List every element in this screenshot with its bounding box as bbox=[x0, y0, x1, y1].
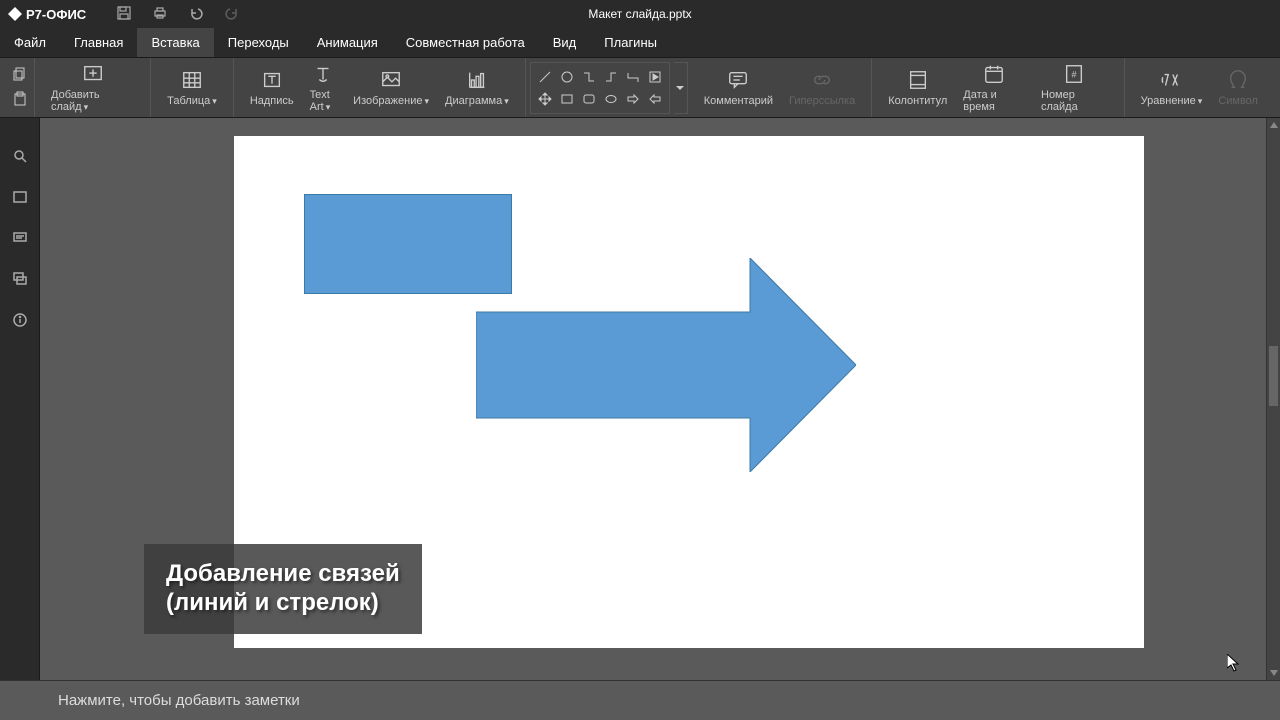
paste-icon[interactable] bbox=[12, 91, 28, 110]
scroll-track[interactable] bbox=[1267, 132, 1280, 666]
document-title: Макет слайда.pptx bbox=[588, 7, 691, 21]
slide-number-button[interactable]: # Номер слайда bbox=[1033, 58, 1116, 117]
scroll-down-icon[interactable] bbox=[1267, 666, 1280, 680]
logo-icon bbox=[8, 7, 22, 21]
notes-bar[interactable]: Нажмите, чтобы добавить заметки bbox=[0, 680, 1280, 720]
overlay-line2: (линий и стрелок) bbox=[166, 589, 400, 618]
scroll-up-icon[interactable] bbox=[1267, 118, 1280, 132]
symbol-button: Символ bbox=[1210, 58, 1266, 117]
menu-insert[interactable]: Вставка bbox=[137, 28, 213, 57]
add-slide-button[interactable]: Добавить слайд▾ bbox=[43, 58, 142, 117]
print-icon[interactable] bbox=[152, 5, 168, 24]
shape-line-icon[interactable] bbox=[535, 67, 555, 87]
shape-gallery bbox=[530, 62, 670, 114]
menu-view[interactable]: Вид bbox=[539, 28, 591, 57]
ribbon-clipboard bbox=[6, 58, 35, 117]
slides-panel-icon[interactable] bbox=[12, 189, 28, 208]
redo-icon[interactable] bbox=[224, 5, 240, 24]
comments-panel-icon[interactable] bbox=[12, 230, 28, 249]
notes-placeholder: Нажмите, чтобы добавить заметки bbox=[58, 692, 300, 709]
shape-connector2-icon[interactable] bbox=[601, 67, 621, 87]
copy-icon[interactable] bbox=[12, 66, 28, 85]
left-panel bbox=[0, 118, 40, 680]
search-icon[interactable] bbox=[12, 148, 28, 167]
menu-bar: Файл Главная Вставка Переходы Анимация С… bbox=[0, 28, 1280, 58]
header-footer-button[interactable]: Колонтитул bbox=[880, 58, 955, 117]
overlay-tooltip: Добавление связей (линий и стрелок) bbox=[144, 544, 422, 634]
table-button[interactable]: Таблица▾ bbox=[159, 58, 225, 117]
overlay-line1: Добавление связей bbox=[166, 560, 400, 589]
workspace: Добавление связей (линий и стрелок) bbox=[0, 118, 1280, 680]
menu-transitions[interactable]: Переходы bbox=[214, 28, 303, 57]
undo-icon[interactable] bbox=[188, 5, 204, 24]
shape-arrow-right-icon[interactable] bbox=[623, 89, 643, 109]
svg-text:#: # bbox=[1072, 69, 1078, 79]
menu-home[interactable]: Главная bbox=[60, 28, 137, 57]
shape-ellipse-icon[interactable] bbox=[601, 89, 621, 109]
equation-button[interactable]: Уравнение▾ bbox=[1133, 58, 1211, 117]
shape-move-icon[interactable] bbox=[535, 89, 555, 109]
title-bar: Р7-ОФИС Макет слайда.pptx bbox=[0, 0, 1280, 28]
shape-connector1-icon[interactable] bbox=[579, 67, 599, 87]
chat-panel-icon[interactable] bbox=[12, 271, 28, 290]
menu-plugins[interactable]: Плагины bbox=[590, 28, 671, 57]
shape-play-icon[interactable] bbox=[645, 67, 665, 87]
shape-rect-icon[interactable] bbox=[557, 89, 577, 109]
shape-roundrect-icon[interactable] bbox=[579, 89, 599, 109]
shape-connector3-icon[interactable] bbox=[623, 67, 643, 87]
arrow-shape[interactable] bbox=[476, 258, 856, 472]
canvas-area[interactable]: Добавление связей (линий и стрелок) bbox=[40, 118, 1266, 680]
ribbon: Добавить слайд▾ Таблица▾ Надпись Text Ar… bbox=[0, 58, 1280, 118]
chart-button[interactable]: Диаграмма▾ bbox=[437, 58, 517, 117]
textbox-button[interactable]: Надпись bbox=[242, 58, 302, 117]
date-time-button[interactable]: Дата и время bbox=[955, 58, 1033, 117]
comment-button[interactable]: Комментарий bbox=[696, 58, 781, 117]
textart-button[interactable]: Text Art▾ bbox=[302, 58, 346, 117]
shape-gallery-dropdown[interactable] bbox=[674, 62, 688, 114]
image-button[interactable]: Изображение▾ bbox=[345, 58, 437, 117]
hyperlink-button: Гиперссылка bbox=[781, 58, 863, 117]
shape-circle-icon[interactable] bbox=[557, 67, 577, 87]
menu-animation[interactable]: Анимация bbox=[303, 28, 392, 57]
vertical-scrollbar[interactable] bbox=[1266, 118, 1280, 680]
app-logo: Р7-ОФИС bbox=[8, 7, 86, 22]
info-panel-icon[interactable] bbox=[12, 312, 28, 331]
shape-arrow-left-icon[interactable] bbox=[645, 89, 665, 109]
app-name: Р7-ОФИС bbox=[26, 7, 86, 22]
scroll-thumb[interactable] bbox=[1269, 346, 1278, 406]
menu-file[interactable]: Файл bbox=[0, 28, 60, 57]
menu-collaboration[interactable]: Совместная работа bbox=[392, 28, 539, 57]
save-icon[interactable] bbox=[116, 5, 132, 24]
